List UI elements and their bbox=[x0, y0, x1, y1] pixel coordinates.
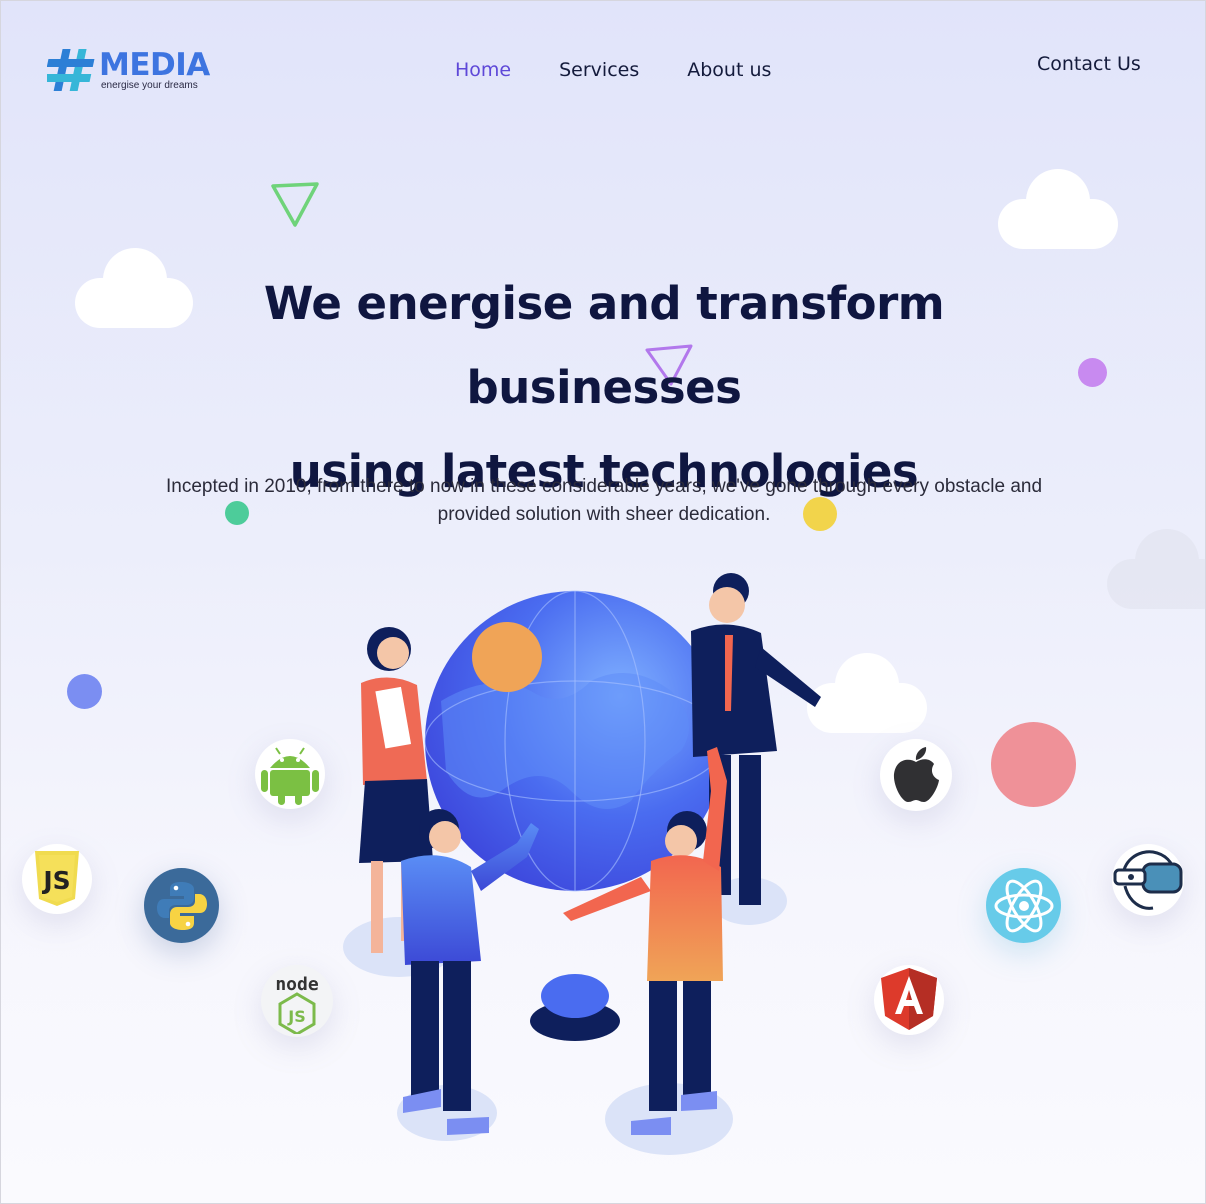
nodejs-badge: node JS bbox=[261, 965, 333, 1037]
hash-logo-icon bbox=[47, 49, 95, 91]
brand-tagline: energise your dreams bbox=[101, 80, 198, 91]
android-icon bbox=[261, 747, 319, 805]
apple-badge bbox=[880, 739, 952, 811]
apple-icon bbox=[893, 747, 939, 802]
nodejs-icon: node JS bbox=[275, 974, 319, 1034]
vr-headset-icon bbox=[1113, 850, 1183, 910]
nav-about-us[interactable]: About us bbox=[687, 58, 771, 82]
hero-headline-line1: We energise and transform businesses bbox=[263, 277, 945, 414]
nav-services[interactable]: Services bbox=[559, 58, 639, 82]
svg-text:JS: JS bbox=[41, 866, 70, 895]
python-icon bbox=[156, 881, 207, 930]
cloud-edge-right bbox=[1107, 529, 1206, 609]
android-badge bbox=[255, 739, 325, 809]
javascript-icon: JS bbox=[35, 851, 79, 906]
cloud-mid-right bbox=[807, 653, 927, 733]
angular-badge bbox=[874, 965, 944, 1035]
green-triangle-decor bbox=[271, 182, 319, 227]
react-badge bbox=[986, 868, 1061, 943]
python-badge bbox=[144, 868, 219, 943]
main-nav: Home Services About us bbox=[455, 58, 771, 82]
javascript-badge: JS bbox=[22, 844, 92, 914]
hero-description: Incepted in 2010, from there to now in t… bbox=[165, 476, 1043, 525]
contact-us-link[interactable]: Contact Us bbox=[1037, 52, 1141, 76]
svg-text:JS: JS bbox=[287, 1007, 305, 1026]
pink-dot-decor bbox=[991, 722, 1076, 807]
cloud-top-right bbox=[998, 169, 1118, 249]
team-globe-illustration bbox=[343, 573, 821, 1155]
vr-headset-badge bbox=[1112, 844, 1184, 916]
brand-name: MEDIA bbox=[99, 47, 210, 83]
angular-icon bbox=[881, 968, 937, 1030]
blue-dot-decor bbox=[67, 674, 102, 709]
react-icon bbox=[994, 879, 1053, 932]
brand-logo[interactable]: MEDIA energise your dreams bbox=[47, 45, 210, 97]
nav-home[interactable]: Home bbox=[455, 58, 511, 82]
svg-text:node: node bbox=[275, 974, 319, 995]
